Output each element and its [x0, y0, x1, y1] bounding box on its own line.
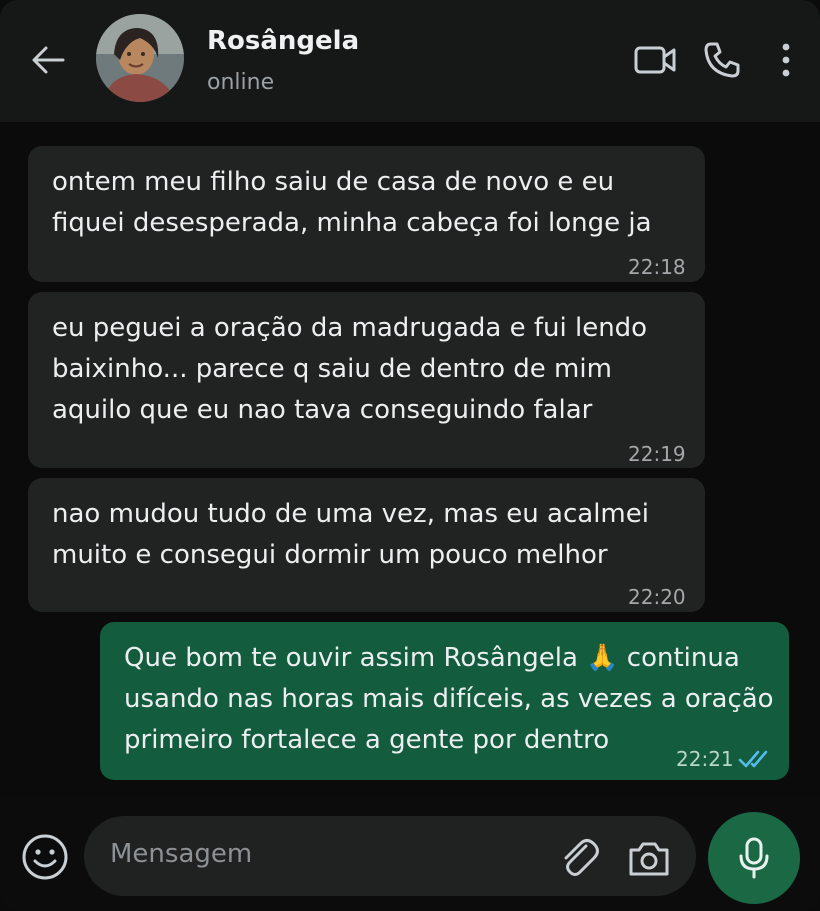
contact-status: online — [207, 70, 275, 95]
message-time: 22:21 — [676, 747, 734, 771]
message-line: fiquei desesperada, minha cabeça foi lon… — [52, 208, 652, 238]
message-input-placeholder[interactable]: Mensagem — [110, 839, 252, 869]
message-line: eu peguei a oração da madrugada e fui le… — [52, 313, 648, 343]
microphone-button[interactable] — [708, 812, 800, 904]
message-line: Que bom te ouvir assim Rosângela 🙏 conti… — [124, 643, 740, 673]
message-time: 22:19 — [628, 442, 686, 466]
message-bubble[interactable]: eu peguei a oração da madrugada e fui le… — [28, 292, 705, 468]
camera-icon[interactable] — [626, 836, 672, 880]
message-text: eu peguei a oração da madrugada e fui le… — [52, 308, 647, 431]
double-check-icon — [738, 742, 772, 768]
message-text: nao mudou tudo de uma vez, mas eu acalme… — [52, 494, 649, 576]
avatar[interactable] — [96, 14, 184, 102]
paperclip-icon[interactable] — [556, 834, 602, 880]
message-bubble[interactable]: nao mudou tudo de uma vez, mas eu acalme… — [28, 478, 705, 612]
contact-name[interactable]: Rosângela — [207, 26, 359, 56]
message-line: aquilo que eu nao tava conseguindo falar — [52, 395, 593, 425]
message-time: 22:18 — [628, 255, 686, 279]
message-line: muito e consegui dormir um pouco melhor — [52, 540, 608, 570]
message-text: ontem meu filho saiu de casa de novo e e… — [52, 162, 652, 244]
more-vertical-icon[interactable] — [772, 38, 800, 82]
message-line: baixinho... parece q saiu de dentro de m… — [52, 354, 612, 384]
message-line: usando nas horas mais difíceis, as vezes… — [124, 684, 774, 714]
message-list[interactable]: ontem meu filho saiu de casa de novo e e… — [0, 122, 820, 798]
message-composer: Mensagem — [0, 798, 820, 911]
message-bubble-outgoing[interactable]: Que bom te ouvir assim Rosângela 🙏 conti… — [100, 622, 789, 780]
message-bubble[interactable]: ontem meu filho saiu de casa de novo e e… — [28, 146, 705, 282]
message-time: 22:20 — [628, 585, 686, 609]
arrow-left-icon[interactable] — [28, 40, 68, 80]
chat-header: Rosângela online — [0, 0, 820, 122]
video-camera-icon[interactable] — [632, 40, 678, 80]
chat-screen: Rosângela online ontem meu filho saiu de… — [0, 0, 820, 911]
emoji-icon[interactable] — [20, 832, 70, 882]
microphone-icon — [739, 837, 769, 879]
phone-icon[interactable] — [700, 38, 744, 82]
message-line: nao mudou tudo de uma vez, mas eu acalme… — [52, 499, 649, 529]
message-line: ontem meu filho saiu de casa de novo e e… — [52, 167, 615, 197]
